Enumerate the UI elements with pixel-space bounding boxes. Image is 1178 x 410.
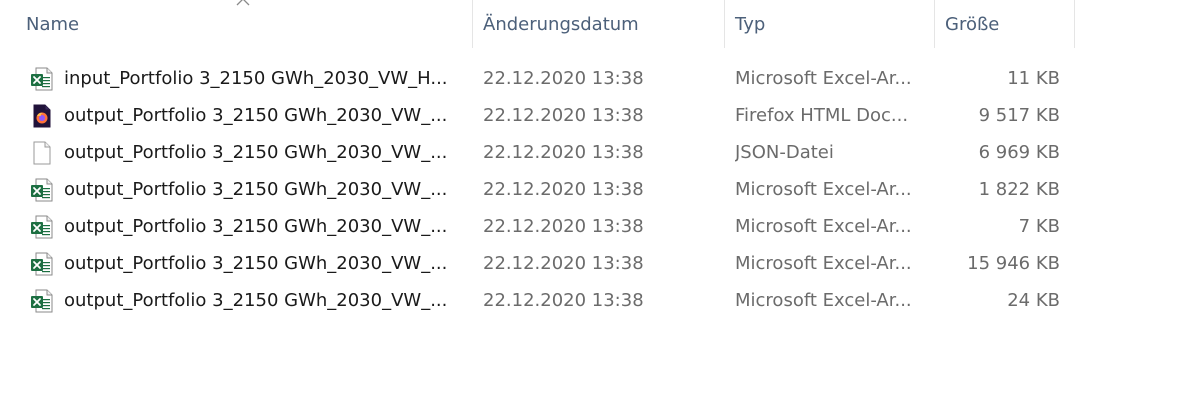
file-modified: 22.12.2020 13:38 xyxy=(483,253,644,274)
file-size: 6 969 KB xyxy=(978,142,1060,163)
file-modified: 22.12.2020 13:38 xyxy=(483,68,644,89)
column-divider[interactable] xyxy=(934,0,935,48)
file-type: Microsoft Excel-Ar... xyxy=(735,216,912,237)
file-row[interactable]: output_Portfolio 3_2150 GWh_2030_VW_... 2… xyxy=(0,171,1178,208)
column-divider[interactable] xyxy=(724,0,725,48)
file-name: output_Portfolio 3_2150 GWh_2030_VW_... xyxy=(64,290,448,311)
file-type: Microsoft Excel-Ar... xyxy=(735,253,912,274)
sort-ascending-icon xyxy=(236,0,250,6)
file-size: 24 KB xyxy=(1007,290,1060,311)
excel-file-icon xyxy=(30,252,54,276)
column-header-bar: Name Änderungsdatum Typ Größe xyxy=(0,0,1178,48)
column-header-type[interactable]: Typ xyxy=(735,0,765,48)
file-row[interactable]: output_Portfolio 3_2150 GWh_2030_VW_... 2… xyxy=(0,134,1178,171)
file-name: output_Portfolio 3_2150 GWh_2030_VW_... xyxy=(64,105,448,126)
file-type: JSON-Datei xyxy=(735,142,834,163)
excel-file-icon xyxy=(30,215,54,239)
file-modified: 22.12.2020 13:38 xyxy=(483,142,644,163)
column-header-name[interactable]: Name xyxy=(26,0,79,48)
excel-file-icon xyxy=(30,289,54,313)
excel-file-icon xyxy=(30,67,54,91)
file-size: 7 KB xyxy=(1018,216,1060,237)
file-type: Microsoft Excel-Ar... xyxy=(735,68,912,89)
file-name: input_Portfolio 3_2150 GWh_2030_VW_H... xyxy=(64,68,448,89)
file-row[interactable]: output_Portfolio 3_2150 GWh_2030_VW_... 2… xyxy=(0,245,1178,282)
excel-file-icon xyxy=(30,178,54,202)
file-name: output_Portfolio 3_2150 GWh_2030_VW_... xyxy=(64,142,448,163)
file-size: 1 822 KB xyxy=(978,179,1060,200)
file-row[interactable]: output_Portfolio 3_2150 GWh_2030_VW_... 2… xyxy=(0,208,1178,245)
file-size: 9 517 KB xyxy=(978,105,1060,126)
column-header-modified[interactable]: Änderungsdatum xyxy=(483,0,639,48)
file-modified: 22.12.2020 13:38 xyxy=(483,290,644,311)
blank-file-icon xyxy=(30,141,54,165)
file-name: output_Portfolio 3_2150 GWh_2030_VW_... xyxy=(64,253,448,274)
file-modified: 22.12.2020 13:38 xyxy=(483,216,644,237)
file-size: 11 KB xyxy=(1007,68,1060,89)
file-size: 15 946 KB xyxy=(967,253,1060,274)
file-modified: 22.12.2020 13:38 xyxy=(483,105,644,126)
file-name: output_Portfolio 3_2150 GWh_2030_VW_... xyxy=(64,216,448,237)
file-type: Firefox HTML Doc... xyxy=(735,105,909,126)
column-divider[interactable] xyxy=(472,0,473,48)
file-row[interactable]: input_Portfolio 3_2150 GWh_2030_VW_H... 2… xyxy=(0,60,1178,97)
file-type: Microsoft Excel-Ar... xyxy=(735,179,912,200)
file-modified: 22.12.2020 13:38 xyxy=(483,179,644,200)
file-name: output_Portfolio 3_2150 GWh_2030_VW_... xyxy=(64,179,448,200)
file-type: Microsoft Excel-Ar... xyxy=(735,290,912,311)
file-row[interactable]: output_Portfolio 3_2150 GWh_2030_VW_... 2… xyxy=(0,282,1178,319)
column-header-size[interactable]: Größe xyxy=(945,0,999,48)
column-divider[interactable] xyxy=(1074,0,1075,48)
file-row[interactable]: output_Portfolio 3_2150 GWh_2030_VW_... 2… xyxy=(0,97,1178,134)
firefox-html-icon xyxy=(30,104,54,128)
